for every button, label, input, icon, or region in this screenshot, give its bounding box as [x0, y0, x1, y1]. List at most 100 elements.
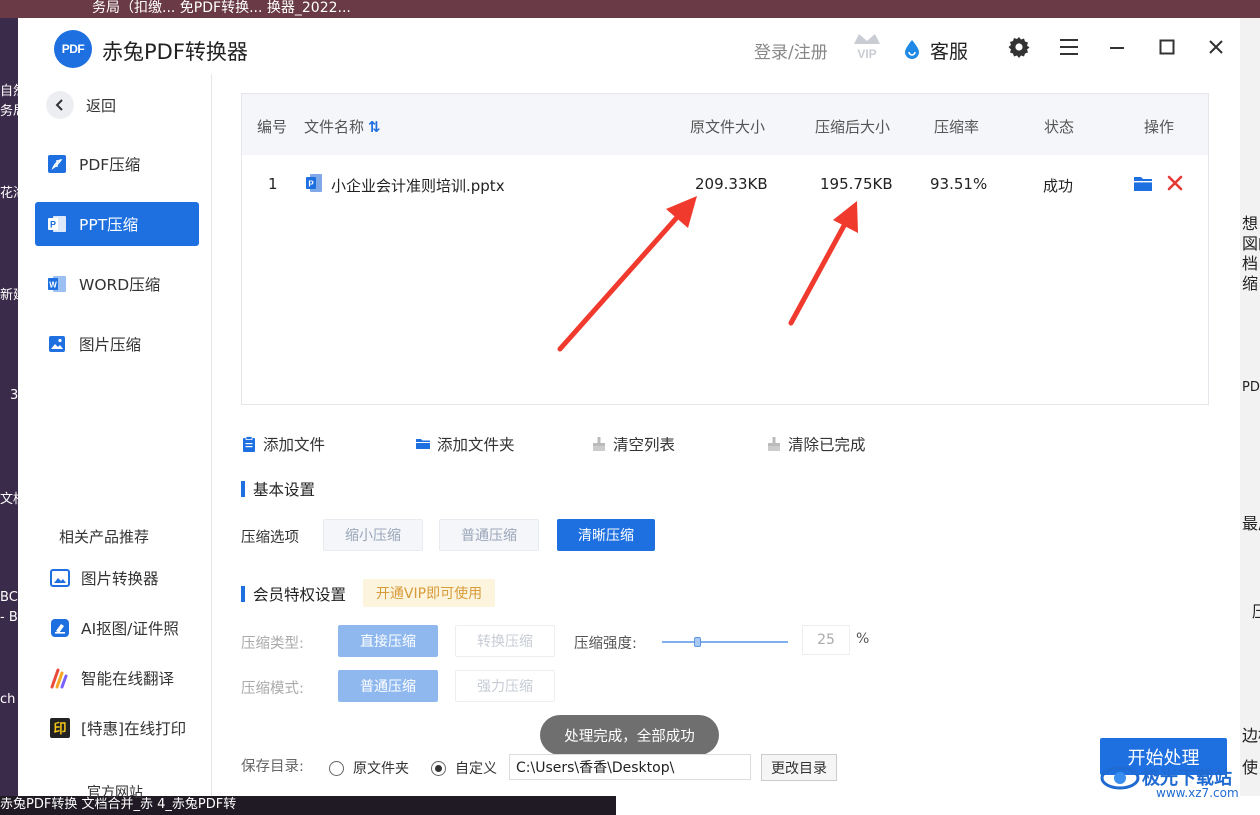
section-marker: [241, 481, 245, 497]
svg-text:印: 印: [53, 722, 66, 737]
recommend-label: [特惠]在线打印: [81, 720, 187, 738]
header-file-name-label: 文件名称: [304, 118, 365, 136]
option-shrink-compress[interactable]: 缩小压缩: [323, 519, 423, 551]
compress-option-label: 压缩选项: [241, 530, 299, 546]
radio-label: 自定义: [455, 761, 497, 777]
recommend-label: 智能在线翻译: [81, 670, 175, 688]
basic-settings-label: 基本设置: [253, 481, 316, 499]
add-folder-button[interactable]: 添加文件夹: [415, 434, 515, 454]
translate-icon: [50, 668, 68, 689]
row-file-name: 小企业会计准则培训.pptx: [331, 177, 505, 195]
pdf-icon: [48, 155, 66, 173]
maximize-button[interactable]: [1154, 34, 1180, 60]
type-convert-compress[interactable]: 转换压缩: [455, 625, 555, 657]
sidebar-item-label: 图片压缩: [79, 336, 142, 354]
desktop-fragment: BC: [0, 590, 18, 605]
header-ratio: 压缩率: [934, 118, 980, 136]
row-status: 成功: [1043, 177, 1074, 195]
minimize-button[interactable]: [1104, 34, 1130, 60]
clear-list-button[interactable]: 清空列表: [591, 434, 675, 454]
delete-icon[interactable]: [1166, 174, 1184, 192]
gear-icon: [1008, 37, 1030, 58]
desktop-fragment: 自然: [0, 84, 18, 99]
open-folder-icon[interactable]: [1133, 175, 1153, 192]
radio-original-folder[interactable]: 原文件夹: [329, 758, 409, 778]
back-label: 返回: [86, 96, 117, 115]
clear-done-button[interactable]: 清除已完成: [766, 434, 866, 454]
recommend-online-print[interactable]: 印 [特惠]在线打印: [49, 713, 186, 743]
header-file-name[interactable]: 文件名称 ⇅: [304, 116, 381, 137]
sidebar: 返回 PDF压缩 P PPT压缩 W WORD压缩 图片压缩 相关产品推荐 图片…: [18, 74, 212, 801]
official-website-link[interactable]: 官方网站: [87, 782, 143, 802]
back-button[interactable]: 返回: [46, 90, 116, 120]
desktop-right-strip: 想 図的 档 缩 PD 最后 压 边框 使: [1240, 18, 1260, 798]
site-watermark: 极光下载站 www.xz7.com: [1100, 760, 1260, 800]
section-marker: [241, 586, 245, 602]
recommend-label: 图片转换器: [81, 570, 159, 588]
folder-icon: [416, 439, 430, 449]
compress-strength-input[interactable]: 25: [802, 625, 850, 655]
desktop-fragment: 最后: [1242, 514, 1260, 533]
taskbar: 赤兔PDF转换 文档合并_赤 4_赤兔PDF转: [0, 796, 1260, 815]
sort-icon[interactable]: ⇅: [368, 118, 381, 136]
slider-thumb[interactable]: [694, 637, 701, 647]
sidebar-item-label: PDF压缩: [79, 156, 141, 174]
menu-button[interactable]: [1056, 34, 1082, 60]
ppt-icon: P: [48, 216, 66, 232]
vip-crown-icon[interactable]: VIP: [850, 30, 884, 62]
pptx-file-icon: P: [306, 174, 322, 192]
close-icon: [1209, 40, 1223, 54]
recommend-ai-cutout[interactable]: AI抠图/证件照: [49, 613, 179, 643]
save-path-input[interactable]: [509, 754, 751, 780]
option-clear-compress[interactable]: 清晰压缩: [557, 519, 655, 551]
sidebar-item-pdf-compress[interactable]: PDF压缩: [35, 142, 199, 186]
change-dir-button[interactable]: 更改目录: [761, 754, 837, 781]
desktop-fragment: ch: [0, 692, 16, 707]
clipboard-icon: [243, 436, 255, 452]
svg-text:P: P: [308, 180, 314, 189]
customer-service-link[interactable]: 客服: [930, 37, 968, 64]
recommend-translate[interactable]: 智能在线翻译: [49, 663, 174, 693]
add-folder-label: 添加文件夹: [437, 436, 515, 454]
radio-dot: [329, 760, 344, 776]
sidebar-item-ppt-compress[interactable]: P PPT压缩: [35, 202, 199, 246]
header-action: 操作: [1144, 118, 1175, 136]
desktop-fragment: 务局: [0, 104, 18, 119]
mode-normal-compress[interactable]: 普通压缩: [338, 670, 438, 702]
desktop-fragment: 新建: [0, 288, 18, 303]
login-register-link[interactable]: 登录/注册: [754, 38, 828, 63]
sidebar-item-image-compress[interactable]: 图片压缩: [35, 322, 199, 366]
percent-unit: %: [856, 631, 870, 647]
close-button[interactable]: [1203, 34, 1229, 60]
radio-custom-folder[interactable]: 自定义: [431, 758, 497, 778]
compress-strength-slider[interactable]: [662, 635, 788, 649]
hamburger-icon: [1060, 39, 1078, 55]
recommend-label: AI抠图/证件照: [81, 620, 179, 638]
option-normal-compress[interactable]: 普通压缩: [439, 519, 539, 551]
desktop-fragment: 3: [10, 388, 18, 403]
mode-strong-compress[interactable]: 强力压缩: [455, 670, 555, 702]
row-index: 1: [268, 175, 278, 193]
row-compressed-size: 195.75KB: [820, 175, 893, 193]
image-convert-icon: [50, 569, 70, 587]
add-file-label: 添加文件: [263, 436, 326, 454]
desktop-fragment: 边框: [1242, 726, 1260, 745]
header-status: 状态: [1044, 118, 1075, 136]
header-original-size: 原文件大小: [690, 118, 766, 136]
service-icon: [905, 40, 919, 59]
sidebar-item-word-compress[interactable]: W WORD压缩: [35, 262, 199, 306]
desktop-left-strip: 自然 务局 花海 新建 3 文档 BC - B ch: [0, 18, 18, 798]
desktop-fragment: 文档: [0, 492, 18, 507]
title-bar: PDF 赤兔PDF转换器 登录/注册 VIP 客服: [18, 18, 1240, 74]
type-direct-compress[interactable]: 直接压缩: [338, 625, 438, 657]
recommend-image-converter[interactable]: 图片转换器: [49, 563, 159, 593]
desktop-fragment: 花海: [0, 186, 18, 201]
add-file-button[interactable]: 添加文件: [241, 434, 325, 454]
sidebar-item-label: WORD压缩: [79, 276, 161, 294]
settings-button[interactable]: [1006, 34, 1032, 60]
print-icon: 印: [50, 718, 70, 738]
desktop-fragment: 缩: [1242, 274, 1259, 293]
slider-track: [662, 641, 788, 643]
vip-tip-badge[interactable]: 开通VIP即可使用: [363, 579, 495, 607]
desktop-fragment: - B: [0, 610, 18, 625]
